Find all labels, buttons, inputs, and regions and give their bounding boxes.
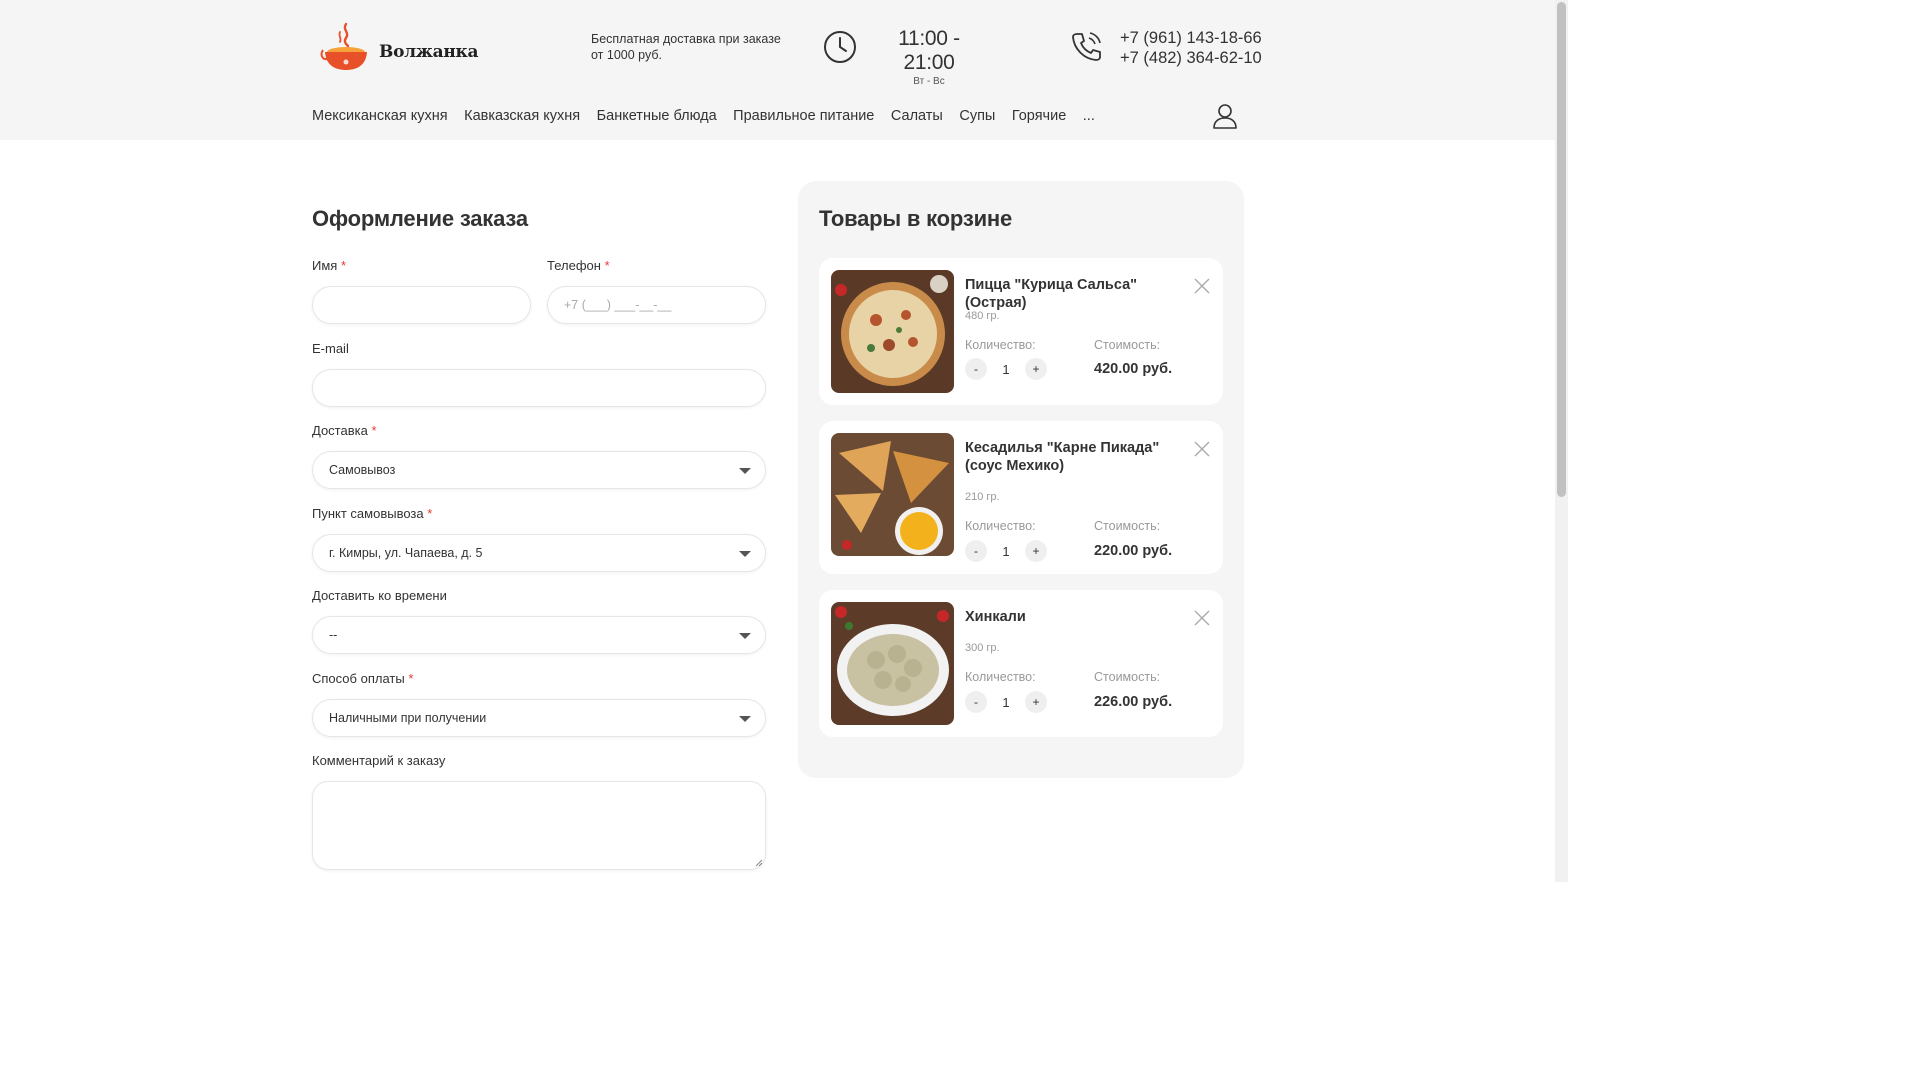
user-account-icon[interactable] (1212, 103, 1238, 129)
pickup-label-text: Пункт самовывоза (312, 506, 424, 521)
increase-quantity-button[interactable]: + (1025, 540, 1047, 562)
delivery-time-select[interactable]: -- (312, 616, 766, 654)
phone-numbers: +7 (961) 143-18-66 +7 (482) 364-62-10 (1120, 28, 1262, 68)
page-scrollbar[interactable] (1555, 0, 1568, 882)
quantity-label: Количество: (965, 519, 1036, 533)
phone-icon (1072, 32, 1101, 61)
item-weight: 210 гр. (965, 491, 1000, 503)
nav-item-soups[interactable]: Супы (959, 108, 995, 124)
required-mark: * (340, 258, 347, 273)
item-name[interactable]: Кесадилья "Карне Пикада" (соус Мехико) (965, 439, 1185, 475)
phone-input[interactable]: +7 (___) ___-__-__ (547, 286, 766, 324)
opening-hours: 11:00 - 21:00 Вт - Вс (874, 27, 984, 87)
name-input[interactable] (312, 286, 531, 324)
increase-quantity-button[interactable]: + (1025, 691, 1047, 713)
soup-bowl-logo-icon (320, 22, 367, 70)
comment-textarea[interactable] (312, 781, 766, 870)
cart-item: Пицца "Курица Сальса" (Острая) 480 гр. К… (819, 258, 1223, 405)
nav-item-caucasian[interactable]: Кавказская кухня (464, 108, 580, 124)
item-price: 226.00 руб. (1094, 694, 1173, 710)
delivery-label-text: Доставка (312, 423, 368, 438)
item-price: 420.00 руб. (1094, 361, 1173, 377)
delivery-select-value: Самовывоз (329, 463, 396, 477)
delivery-time-label: Доставить ко времени (312, 588, 447, 603)
pickup-label: Пункт самовывоза * (312, 506, 432, 521)
payment-label: Способ оплаты * (312, 671, 413, 686)
nav-item-mexican[interactable]: Мексиканская кухня (312, 108, 448, 124)
cost-label: Стоимость: (1094, 338, 1161, 352)
nav-item-more[interactable]: ... (1083, 108, 1095, 124)
name-label: Имя * (312, 258, 346, 273)
cart-item: Кесадилья "Карне Пикада" (соус Мехико) 2… (819, 421, 1223, 574)
phone-label-text: Телефон (547, 258, 601, 273)
nav-item-salads[interactable]: Салаты (891, 108, 943, 124)
decrease-quantity-button[interactable]: - (965, 540, 987, 562)
required-mark: * (604, 258, 610, 273)
quantity-value: 1 (1002, 362, 1010, 377)
required-mark: * (408, 671, 414, 686)
nav-item-healthy[interactable]: Правильное питание (733, 108, 874, 124)
cost-label: Стоимость: (1094, 519, 1161, 533)
phone-placeholder: +7 (___) ___-__-__ (564, 298, 672, 312)
item-weight: 480 гр. (965, 310, 1000, 322)
name-label-text: Имя (312, 258, 338, 273)
chevron-down-icon (739, 551, 751, 557)
item-weight: 300 гр. (965, 642, 1000, 654)
phone-label: Телефон * (547, 258, 610, 273)
increase-quantity-button[interactable]: + (1025, 358, 1047, 380)
chevron-down-icon (739, 633, 751, 639)
nav-item-banquet[interactable]: Банкетные блюда (597, 108, 717, 124)
quesadilla-image[interactable] (831, 433, 954, 556)
scrollbar-thumb[interactable] (1557, 2, 1566, 497)
clock-icon (824, 31, 856, 63)
item-name[interactable]: Пицца "Курица Сальса" (Острая) (965, 276, 1185, 312)
quantity-value: 1 (1002, 695, 1010, 710)
site-header: Волжанка Бесплатная доставка при заказе … (0, 0, 1555, 140)
required-mark: * (427, 506, 433, 521)
quantity-label: Количество: (965, 338, 1036, 352)
pickup-point-select[interactable]: г. Кимры, ул. Чапаева, д. 5 (312, 534, 766, 572)
delivery-time-value: -- (329, 628, 338, 642)
nav-item-hot[interactable]: Горячие (1012, 108, 1066, 124)
cart-title: Товары в корзине (819, 206, 1013, 231)
free-delivery-note: Бесплатная доставка при заказе от 1000 р… (591, 32, 781, 62)
order-form-title: Оформление заказа (312, 206, 528, 231)
email-input[interactable] (312, 369, 766, 407)
quantity-value: 1 (1002, 544, 1010, 559)
resize-handle-icon[interactable] (755, 859, 763, 867)
email-label: E-mail (312, 341, 349, 356)
brand-name: Волжанка (379, 42, 479, 62)
close-icon[interactable] (1194, 278, 1210, 294)
quantity-label: Количество: (965, 670, 1036, 684)
phone-link-1[interactable]: +7 (961) 143-18-66 (1120, 28, 1262, 48)
decrease-quantity-button[interactable]: - (965, 358, 987, 380)
pickup-select-value: г. Кимры, ул. Чапаева, д. 5 (329, 546, 483, 560)
hours-time: 11:00 - 21:00 (898, 27, 960, 74)
phone-link-2[interactable]: +7 (482) 364-62-10 (1120, 48, 1262, 68)
close-icon[interactable] (1194, 610, 1210, 626)
khinkali-image[interactable] (831, 602, 954, 725)
item-price: 220.00 руб. (1094, 543, 1173, 559)
cost-label: Стоимость: (1094, 670, 1161, 684)
required-mark: * (371, 423, 377, 438)
logo[interactable]: Волжанка (320, 20, 480, 75)
delivery-select[interactable]: Самовывоз (312, 451, 766, 489)
category-nav: Мексиканская кухня Кавказская кухня Банк… (312, 108, 1111, 124)
comment-label: Комментарий к заказу (312, 753, 446, 768)
payment-select-value: Наличными при получении (329, 711, 487, 725)
cart-item: Хинкали 300 гр. Количество: Стоимость: -… (819, 590, 1223, 737)
chevron-down-icon (739, 468, 751, 474)
hours-days: Вт - Вс (913, 76, 945, 87)
decrease-quantity-button[interactable]: - (965, 691, 987, 713)
payment-method-select[interactable]: Наличными при получении (312, 699, 766, 737)
payment-label-text: Способ оплаты (312, 671, 405, 686)
close-icon[interactable] (1194, 441, 1210, 457)
pizza-image[interactable] (831, 270, 954, 393)
delivery-label: Доставка * (312, 423, 377, 438)
chevron-down-icon (739, 716, 751, 722)
item-name[interactable]: Хинкали (965, 608, 1185, 626)
